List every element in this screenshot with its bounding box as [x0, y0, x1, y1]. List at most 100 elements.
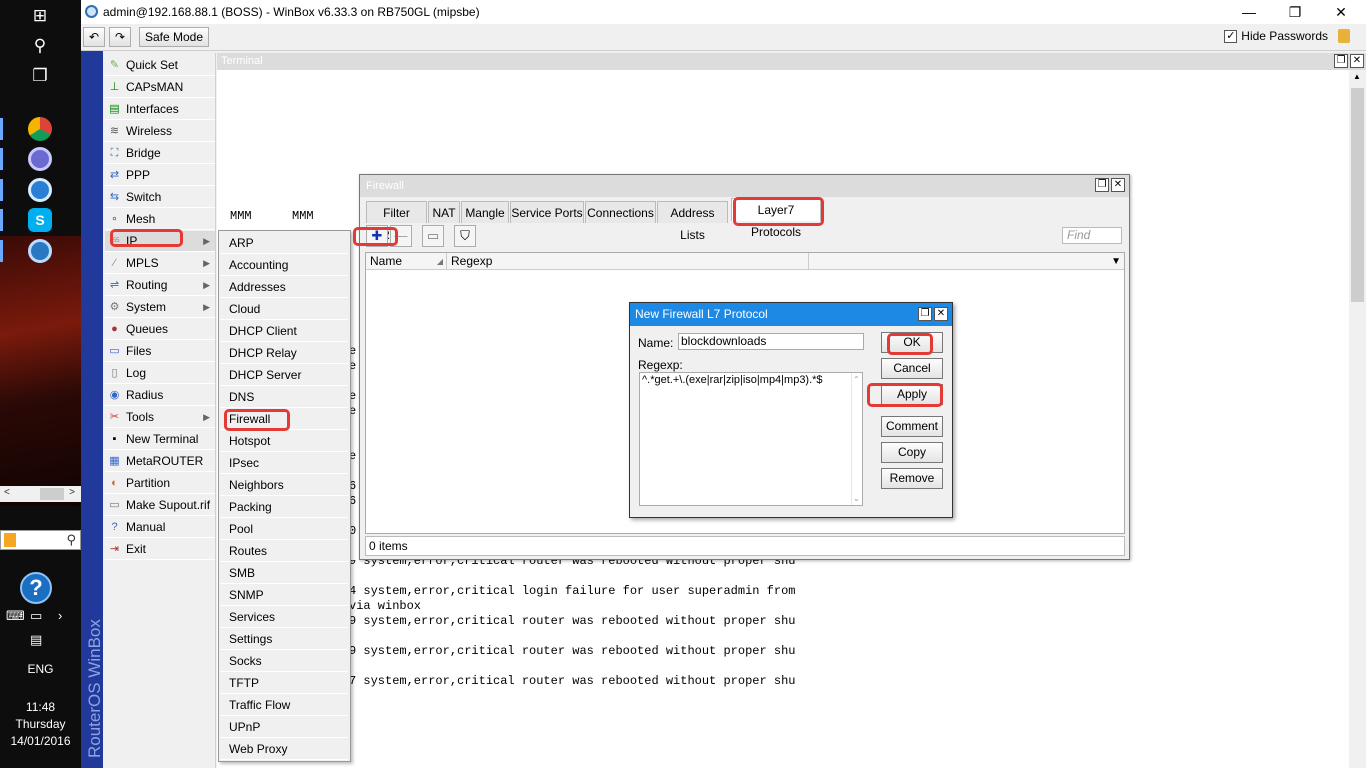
terminal-close-button[interactable]: ✕: [1350, 54, 1364, 68]
remove-button[interactable]: Remove: [881, 468, 943, 489]
menu-item-make-supout-rif[interactable]: ▭ Make Supout.rif: [105, 495, 215, 516]
submenu-item-pool[interactable]: Pool: [220, 518, 348, 540]
magnifier-icon[interactable]: ⚲: [66, 532, 76, 548]
tab-connections[interactable]: Connections: [585, 201, 656, 223]
menu-item-switch[interactable]: ⇆ Switch: [105, 187, 215, 208]
regexp-textarea[interactable]: ^.*get.+\.(exe|rar|zip|iso|mp4|mp3).*$ ⌃…: [639, 372, 863, 506]
search-icon[interactable]: ⚲: [28, 34, 52, 58]
submenu-item-packing[interactable]: Packing: [220, 496, 348, 518]
tab-mangle[interactable]: Mangle: [461, 201, 509, 223]
skype-icon[interactable]: S: [28, 208, 52, 232]
name-field[interactable]: blockdownloads: [678, 333, 864, 350]
submenu-item-smb[interactable]: SMB: [220, 562, 348, 584]
menu-item-metarouter[interactable]: ▦ MetaROUTER: [105, 451, 215, 472]
scroll-right-arrow[interactable]: >: [69, 487, 75, 498]
menu-item-interfaces[interactable]: ▤ Interfaces: [105, 99, 215, 120]
submenu-item-services[interactable]: Services: [220, 606, 348, 628]
submenu-item-addresses[interactable]: Addresses: [220, 276, 348, 298]
tab-service-ports[interactable]: Service Ports: [510, 201, 584, 223]
hide-passwords-toggle[interactable]: ✓ Hide Passwords: [1224, 29, 1350, 43]
scroll-up-arrow[interactable]: ⌃: [853, 375, 860, 384]
menu-item-ppp[interactable]: ⇄ PPP: [105, 165, 215, 186]
hide-passwords-checkbox[interactable]: ✓: [1224, 29, 1238, 43]
submenu-item-dhcp-client[interactable]: DHCP Client: [220, 320, 348, 342]
scroll-up-arrow[interactable]: ▲: [1353, 72, 1361, 81]
menu-item-files[interactable]: ▭ Files: [105, 341, 215, 362]
notification-icon[interactable]: ▤: [30, 632, 42, 648]
submenu-item-cloud[interactable]: Cloud: [220, 298, 348, 320]
submenu-item-dns[interactable]: DNS: [220, 386, 348, 408]
terminal-scrollbar[interactable]: ▲: [1349, 70, 1366, 768]
menu-item-radius[interactable]: ◉ Radius: [105, 385, 215, 406]
regexp-scrollbar[interactable]: ⌃ ⌄: [851, 373, 862, 505]
cancel-button[interactable]: Cancel: [881, 358, 943, 379]
submenu-item-accounting[interactable]: Accounting: [220, 254, 348, 276]
dialog-close-button[interactable]: ✕: [934, 307, 948, 321]
taskbar-scrollbar[interactable]: < >: [0, 486, 81, 502]
submenu-item-dhcp-relay[interactable]: DHCP Relay: [220, 342, 348, 364]
columns-dropdown-icon[interactable]: ▼: [1111, 253, 1121, 270]
menu-item-partition[interactable]: ◐ Partition: [105, 473, 215, 494]
close-button[interactable]: ✕: [1326, 2, 1356, 22]
menu-item-queues[interactable]: ● Queues: [105, 319, 215, 340]
menu-item-bridge[interactable]: ⛶ Bridge: [105, 143, 215, 164]
menu-item-capsman[interactable]: ⊥ CAPsMAN: [105, 77, 215, 98]
scroll-down-arrow[interactable]: ⌄: [853, 494, 860, 503]
tab-filter-rules[interactable]: Filter Rules: [366, 201, 427, 242]
menu-item-new-terminal[interactable]: ▪ New Terminal: [105, 429, 215, 450]
scrollbar-thumb[interactable]: [1351, 88, 1364, 302]
menu-item-manual[interactable]: ? Manual: [105, 517, 215, 538]
menu-item-routing[interactable]: ⇌ Routing ▶: [105, 275, 215, 296]
submenu-item-settings[interactable]: Settings: [220, 628, 348, 650]
scroll-left-arrow[interactable]: <: [4, 487, 10, 498]
terminal-maximize-button[interactable]: ❐: [1334, 54, 1348, 68]
dialog-maximize-button[interactable]: ❐: [918, 307, 932, 321]
safe-mode-button[interactable]: Safe Mode: [139, 27, 209, 47]
task-view-icon[interactable]: ❐: [28, 64, 52, 88]
comment-icon[interactable]: ▭: [422, 225, 444, 247]
menu-item-exit[interactable]: ⇥ Exit: [105, 539, 215, 560]
tab-nat[interactable]: NAT: [428, 201, 460, 223]
undo-button[interactable]: ↶: [83, 27, 105, 47]
minimize-button[interactable]: —: [1234, 2, 1264, 22]
submenu-item-snmp[interactable]: SNMP: [220, 584, 348, 606]
internet-explorer-icon[interactable]: [28, 178, 52, 202]
submenu-item-socks[interactable]: Socks: [220, 650, 348, 672]
menu-item-quick-set[interactable]: ✎ Quick Set: [105, 55, 215, 76]
menu-item-wireless[interactable]: ≋ Wireless: [105, 121, 215, 142]
tor-browser-icon[interactable]: [28, 147, 52, 171]
filter-icon[interactable]: ⛉: [454, 225, 476, 247]
submenu-item-dhcp-server[interactable]: DHCP Server: [220, 364, 348, 386]
submenu-item-traffic-flow[interactable]: Traffic Flow: [220, 694, 348, 716]
submenu-item-arp[interactable]: ARP: [220, 232, 348, 254]
menu-item-mpls[interactable]: ⁄ MPLS ▶: [105, 253, 215, 274]
find-input[interactable]: Find: [1062, 227, 1122, 244]
scrollbar-thumb[interactable]: [40, 488, 64, 500]
tray-expand-icon[interactable]: ›: [58, 608, 62, 623]
submenu-item-tftp[interactable]: TFTP: [220, 672, 348, 694]
windows-start-icon[interactable]: ⊞: [28, 4, 52, 28]
menu-item-mesh[interactable]: ∘ Mesh: [105, 209, 215, 230]
menu-item-tools[interactable]: ✂ Tools ▶: [105, 407, 215, 428]
firewall-maximize-button[interactable]: ❐: [1095, 178, 1109, 192]
menu-item-system[interactable]: ⚙ System ▶: [105, 297, 215, 318]
firewall-close-button[interactable]: ✕: [1111, 178, 1125, 192]
bing-search-box[interactable]: ⚲: [0, 530, 81, 550]
submenu-item-neighbors[interactable]: Neighbors: [220, 474, 348, 496]
chrome-icon[interactable]: [28, 117, 52, 141]
winbox-taskbar-icon[interactable]: [28, 239, 52, 263]
redo-button[interactable]: ↷: [109, 27, 131, 47]
display-icon[interactable]: ▭: [30, 608, 42, 624]
column-regexp[interactable]: Regexp: [447, 253, 809, 270]
tab-address-lists[interactable]: Address Lists: [657, 201, 728, 242]
column-name[interactable]: Name ◢: [366, 253, 447, 270]
network-icon[interactable]: ⌨: [6, 608, 25, 624]
submenu-item-routes[interactable]: Routes: [220, 540, 348, 562]
copy-button[interactable]: Copy: [881, 442, 943, 463]
submenu-item-ipsec[interactable]: IPsec: [220, 452, 348, 474]
maximize-button[interactable]: ❐: [1280, 2, 1310, 22]
comment-button[interactable]: Comment: [881, 416, 943, 437]
language-indicator[interactable]: ENG: [0, 662, 81, 676]
help-icon[interactable]: ?: [20, 572, 52, 604]
menu-item-log[interactable]: ▯ Log: [105, 363, 215, 384]
